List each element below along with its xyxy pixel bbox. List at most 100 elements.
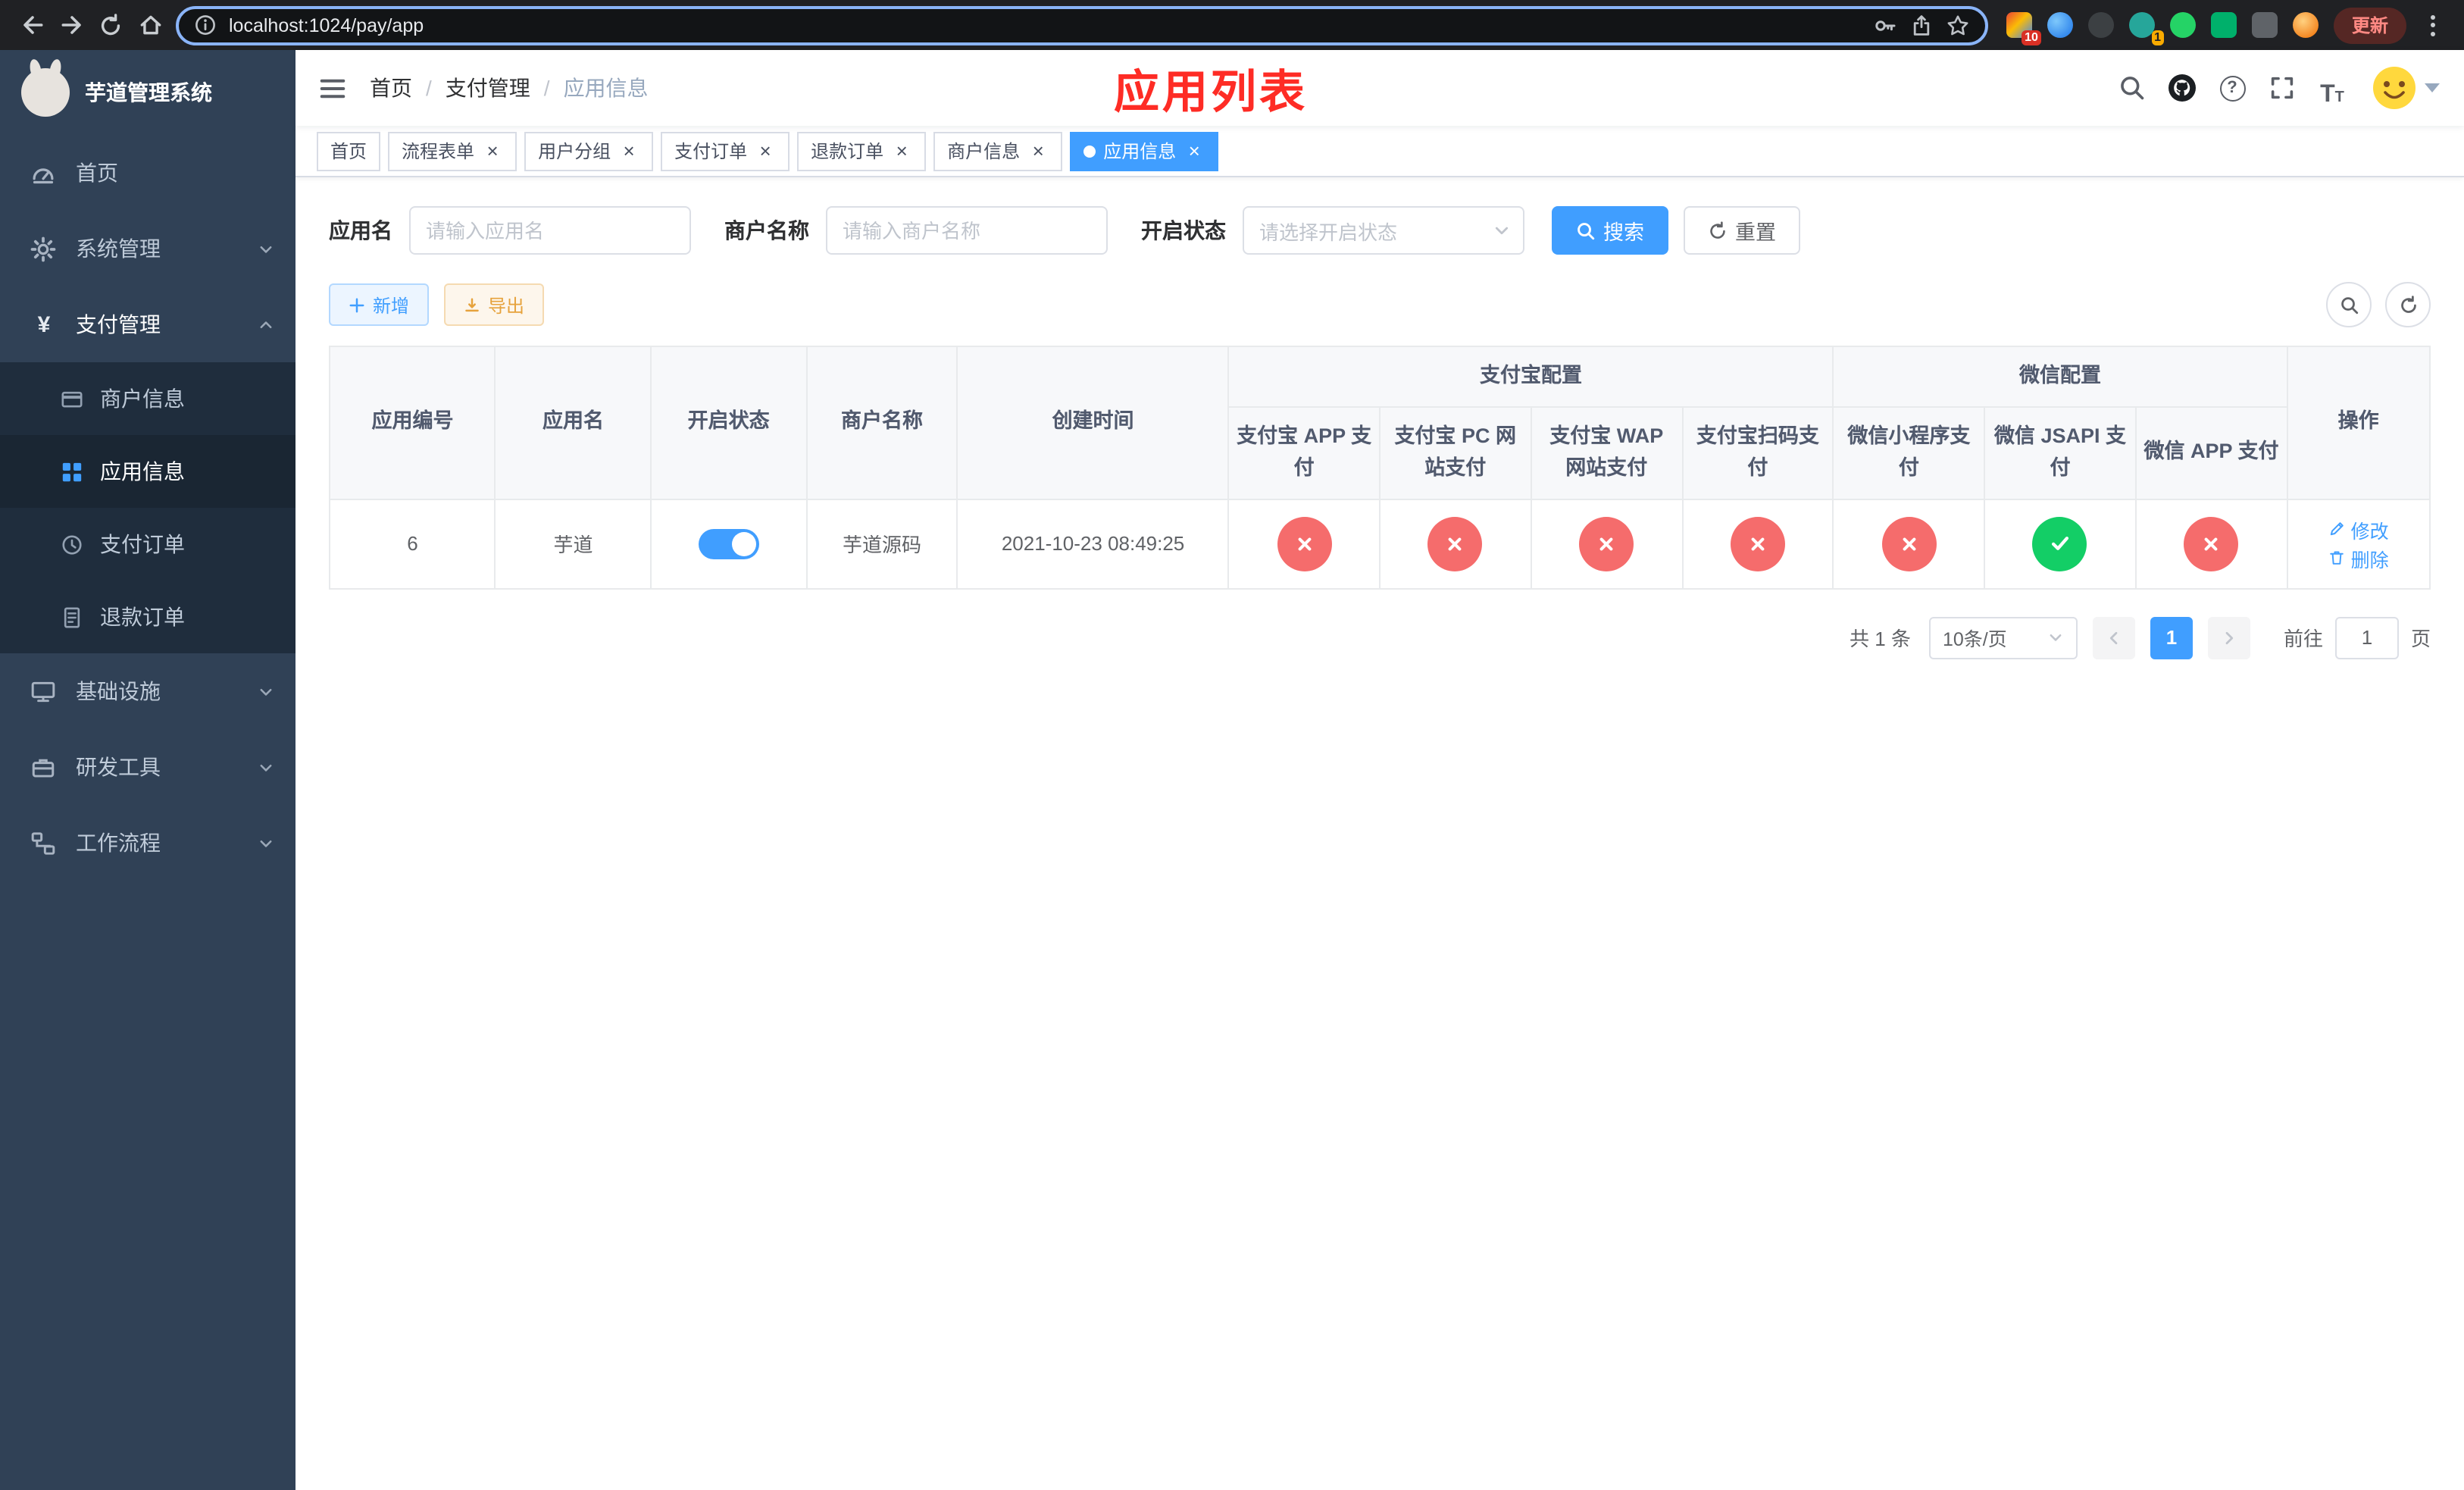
tab-home[interactable]: 首页 — [317, 131, 381, 171]
github-icon[interactable] — [2162, 68, 2202, 108]
jump-page-input[interactable] — [2334, 616, 2399, 659]
browser-home-icon[interactable] — [130, 5, 170, 45]
font-size-icon[interactable]: TT — [2312, 68, 2352, 108]
extension-icon-6[interactable] — [2210, 12, 2237, 38]
status-select[interactable]: 请选择开启状态 — [1243, 206, 1524, 255]
sidebar-item-dev-tools[interactable]: 研发工具 — [0, 729, 295, 805]
user-avatar[interactable] — [2372, 65, 2440, 111]
refresh-icon — [1710, 221, 1725, 238]
browser-update-button[interactable]: 更新 — [2333, 7, 2406, 43]
sidebar-item-payment[interactable]: ¥ 支付管理 — [0, 286, 295, 362]
download-icon — [465, 297, 479, 311]
sidebar-item-system[interactable]: 系统管理 — [0, 211, 295, 286]
extension-icon-1[interactable]: 10 — [2006, 12, 2041, 45]
search-button[interactable]: 搜索 — [1552, 206, 1668, 255]
pagination: 共 1 条 10条/页 1 前往 页 — [329, 616, 2431, 659]
tab-close-icon[interactable]: × — [482, 140, 503, 161]
col-header-alipay-app: 支付宝 APP 支付 — [1227, 405, 1381, 500]
col-header-app-name: 应用名 — [494, 346, 652, 500]
breadcrumb-payment[interactable]: 支付管理 — [446, 73, 530, 103]
fullscreen-icon[interactable] — [2262, 68, 2302, 108]
chevron-down-icon — [1495, 227, 1509, 235]
search-icon — [2340, 296, 2358, 314]
tab-merchant-info[interactable]: 商户信息 × — [933, 131, 1063, 171]
yen-icon: ¥ — [37, 311, 51, 337]
sidebar-item-label: 工作流程 — [76, 831, 161, 855]
extension-icon-4[interactable]: 1 — [2128, 12, 2164, 45]
cell-merchant: 芋道源码 — [805, 498, 958, 590]
tab-close-icon[interactable]: × — [1184, 140, 1205, 161]
col-header-alipay-wap: 支付宝 WAP 网站支付 — [1530, 405, 1684, 500]
tab-close-icon[interactable]: × — [618, 140, 639, 161]
browser-reload-icon[interactable] — [91, 5, 130, 45]
search-form: 应用名 商户名称 开启状态 请选择开启状态 搜索 — [329, 206, 2431, 255]
tab-payment-orders[interactable]: 支付订单 × — [661, 131, 790, 171]
tab-label: 用户分组 — [538, 141, 611, 162]
tab-process-form[interactable]: 流程表单 × — [388, 131, 518, 171]
navbar-actions: ? TT — [2112, 65, 2464, 111]
help-icon[interactable]: ? — [2212, 68, 2252, 108]
sidebar-item-payment-orders[interactable]: 支付订单 — [0, 508, 295, 581]
sidebar-item-label: 系统管理 — [76, 236, 161, 261]
status-switch[interactable] — [698, 528, 759, 559]
site-info-icon[interactable] — [194, 14, 217, 36]
font-size-large-glyph: T — [2320, 82, 2335, 108]
prev-page-button[interactable] — [2092, 616, 2135, 659]
tab-app-info[interactable]: 应用信息 × — [1070, 131, 1219, 171]
tab-user-group[interactable]: 用户分组 × — [524, 131, 654, 171]
col-header-app-id: 应用编号 — [328, 346, 496, 500]
add-button[interactable]: 新增 — [329, 283, 430, 326]
export-button-label: 导出 — [488, 295, 525, 316]
update-label: 更新 — [2351, 15, 2388, 36]
browser-menu-icon[interactable] — [2412, 5, 2452, 45]
extension-icon-3[interactable] — [2087, 12, 2114, 38]
reset-button[interactable]: 重置 — [1684, 206, 1800, 255]
sidebar-logo[interactable]: 芋道管理系统 — [0, 50, 295, 135]
hamburger-icon[interactable] — [295, 50, 370, 126]
extension-icon-8[interactable] — [2292, 12, 2319, 38]
extension-icon-7[interactable] — [2251, 12, 2278, 38]
tab-close-icon[interactable]: × — [1027, 140, 1049, 161]
merchant-name-input[interactable] — [826, 206, 1108, 255]
chevron-down-icon — [258, 240, 274, 257]
sidebar-item-infrastructure[interactable]: 基础设施 — [0, 653, 295, 729]
tab-close-icon[interactable]: × — [891, 140, 912, 161]
browser-forward-icon[interactable] — [52, 5, 91, 45]
extension-icon-2[interactable] — [2047, 12, 2073, 38]
sidebar-item-home[interactable]: 首页 — [0, 135, 295, 211]
breadcrumb-home[interactable]: 首页 — [370, 73, 412, 103]
toolbox-icon — [30, 754, 58, 780]
grid-icon — [61, 460, 85, 483]
address-bar[interactable]: localhost:1024/pay/app — [176, 5, 1988, 45]
tab-close-icon[interactable]: × — [755, 140, 776, 161]
search-icon — [1578, 222, 1595, 239]
tab-label: 应用信息 — [1103, 141, 1177, 162]
breadcrumb-separator: / — [426, 76, 432, 100]
delete-link[interactable]: 删除 — [2328, 544, 2389, 573]
next-page-button[interactable] — [2207, 616, 2250, 659]
extension-icon-5[interactable] — [2169, 12, 2196, 38]
password-key-icon[interactable] — [1873, 13, 1897, 37]
bookmark-star-icon[interactable] — [1946, 13, 1970, 37]
page-size-select[interactable]: 10条/页 — [1928, 616, 2078, 659]
page-number-button[interactable]: 1 — [2150, 616, 2193, 659]
wx-mini-status-icon — [1881, 516, 1937, 571]
refresh-table-button[interactable] — [2385, 282, 2431, 327]
share-icon[interactable] — [1909, 13, 1934, 37]
table-toolbar: 新增 导出 — [329, 282, 2431, 327]
tab-refund-orders[interactable]: 退款订单 × — [797, 131, 927, 171]
search-icon[interactable] — [2112, 68, 2152, 108]
browser-back-icon[interactable] — [12, 5, 52, 45]
toggle-search-button[interactable] — [2326, 282, 2372, 327]
workflow-icon — [30, 830, 58, 856]
app-name-input[interactable] — [409, 206, 691, 255]
sidebar-item-refund-orders[interactable]: 退款订单 — [0, 581, 295, 653]
sidebar-item-label: 支付订单 — [100, 532, 185, 556]
col-header-wx-jsapi: 微信 JSAPI 支付 — [1984, 405, 2137, 500]
sidebar-item-merchant-info[interactable]: 商户信息 — [0, 362, 295, 435]
export-button[interactable]: 导出 — [444, 283, 545, 326]
sidebar-item-app-info[interactable]: 应用信息 — [0, 435, 295, 508]
sidebar-item-workflow[interactable]: 工作流程 — [0, 805, 295, 881]
edit-link[interactable]: 修改 — [2328, 515, 2389, 544]
col-header-status: 开启状态 — [650, 346, 808, 500]
